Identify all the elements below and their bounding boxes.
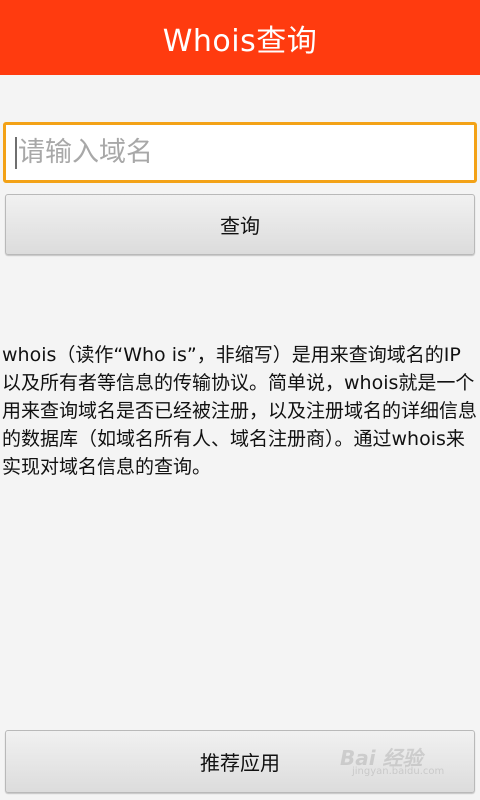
title-bar: Whois查询	[0, 0, 480, 75]
recommend-apps-button[interactable]: 推荐应用	[5, 730, 475, 793]
query-button[interactable]: 查询	[5, 194, 475, 255]
text-cursor	[15, 137, 17, 169]
whois-description: whois（读作“Who is”，非缩写）是用来查询域名的IP以及所有者等信息的…	[2, 344, 478, 478]
domain-input[interactable]	[3, 122, 477, 183]
query-button-label: 查询	[220, 214, 260, 238]
recommend-apps-label: 推荐应用	[200, 751, 280, 775]
app-title: Whois查询	[162, 23, 318, 59]
